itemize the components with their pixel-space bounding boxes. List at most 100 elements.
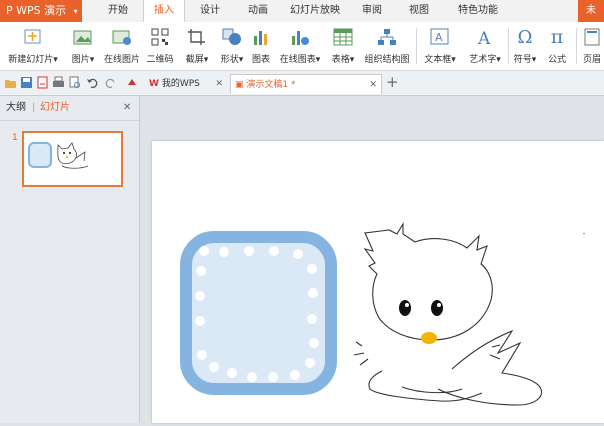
textbox-button[interactable]: A 文本框▾	[420, 24, 460, 65]
picture-label: 图片	[71, 55, 90, 65]
ribbon-divider	[508, 28, 509, 64]
doc-tab-mywps[interactable]: W 我的WPS ✕	[145, 74, 227, 94]
symbol-button[interactable]: Ω 符号▾	[510, 24, 540, 66]
document-tab-bar: W 我的WPS ✕ ▣ 演示文稿1 * ✕ +	[0, 71, 604, 96]
tab-outline[interactable]: 大纲	[6, 96, 26, 120]
tab-divider: |	[32, 102, 36, 113]
svg-text:A: A	[435, 31, 443, 44]
table-icon	[328, 24, 358, 50]
omega-icon: Ω	[517, 26, 533, 48]
textbox-icon: A	[420, 24, 460, 50]
formula-label: 公式	[547, 55, 566, 65]
online-chart-icon	[276, 24, 324, 50]
slide-thumbnail-image	[28, 142, 89, 169]
doc-tab-presentation[interactable]: ▣ 演示文稿1 * ✕	[230, 74, 382, 94]
screenshot-label: 截屏	[185, 55, 204, 65]
header-label: 页眉	[582, 55, 601, 65]
doc-tab-label: 我的WPS	[161, 79, 200, 89]
tab-slideshow[interactable]: 幻灯片放映	[285, 0, 345, 22]
tab-insert[interactable]: 插入	[143, 0, 185, 23]
online-picture-icon	[102, 24, 142, 50]
eye-highlight	[437, 303, 441, 307]
org-chart-button[interactable]: 组织结构图	[362, 24, 412, 65]
kitten-drawing[interactable]	[353, 222, 542, 406]
table-button[interactable]: 表格▾	[328, 24, 358, 65]
tab-design[interactable]: 设计	[192, 0, 228, 22]
undo-icon[interactable]	[86, 76, 99, 89]
wordart-icon: A	[464, 24, 506, 50]
table-label: 表格	[331, 55, 350, 65]
close-icon[interactable]: ✕	[215, 74, 223, 94]
app-menu-button[interactable]: P WPS 演示 ▾	[0, 0, 82, 22]
online-chart-button[interactable]: 在线图表▾	[276, 24, 324, 65]
picture-button[interactable]: 图片▾	[66, 24, 100, 65]
doc-tab-label: 演示文稿1 *	[246, 80, 296, 90]
chevron-down-icon: ▾	[73, 7, 78, 16]
rounded-frame-shape[interactable]	[180, 231, 337, 395]
tab-special[interactable]: 特色功能	[448, 0, 508, 22]
org-chart-icon	[362, 24, 412, 50]
customize-icon[interactable]	[126, 76, 139, 89]
qrcode-button[interactable]: 二维码	[144, 24, 176, 65]
tab-view[interactable]: 视图	[401, 0, 437, 22]
textbox-label: 文本框	[424, 55, 452, 65]
header-icon	[580, 24, 604, 50]
online-picture-button[interactable]: 在线图片	[102, 24, 142, 65]
tab-animation[interactable]: 动画	[240, 0, 276, 22]
chart-button[interactable]: 图表	[248, 24, 274, 65]
org-chart-label: 组织结构图	[364, 55, 410, 65]
app-name: WPS 演示	[16, 4, 67, 17]
corner-button[interactable]: 未	[578, 0, 604, 22]
chart-icon	[248, 24, 274, 50]
tab-slides[interactable]: 幻灯片	[40, 96, 70, 120]
formula-button[interactable]: π 公式	[542, 24, 572, 65]
kitten-eye-right	[431, 300, 443, 316]
close-icon[interactable]: ✕	[123, 96, 131, 120]
new-slide-icon	[4, 24, 62, 50]
wordart-label: 艺术字	[469, 55, 497, 65]
ribbon-divider	[576, 28, 577, 64]
qrcode-label: 二维码	[146, 55, 174, 65]
ribbon-toolbar: 新建幻灯片▾ 图片▾ 在线图片 二维码 截屏▾ 形状▾ 图表 在线图表▾ 表格▾…	[0, 22, 604, 71]
save-icon[interactable]	[20, 76, 33, 89]
print-preview-icon[interactable]	[68, 76, 81, 89]
redo-icon[interactable]	[104, 76, 117, 89]
online-picture-label: 在线图片	[103, 55, 140, 65]
shape-label: 形状	[220, 55, 239, 65]
svg-text:A: A	[477, 29, 491, 46]
close-icon[interactable]: ✕	[369, 75, 377, 95]
slide-thumbnail[interactable]	[22, 131, 123, 187]
wordart-button[interactable]: A 艺术字▾	[464, 24, 506, 65]
add-tab-icon[interactable]: +	[386, 73, 399, 91]
panel-header: 大纲 | 幻灯片 ✕	[0, 96, 139, 121]
ribbon-divider	[416, 28, 417, 64]
eye-highlight	[405, 303, 409, 307]
presentation-icon: ▣	[235, 80, 244, 90]
kitten-nose	[421, 332, 437, 344]
kitten-eye-left	[399, 300, 411, 316]
shape-icon	[216, 24, 248, 50]
wps-logo-icon: W	[149, 79, 159, 89]
header-button[interactable]: 页眉	[580, 24, 604, 65]
screenshot-button[interactable]: 截屏▾	[180, 24, 214, 65]
picture-icon	[66, 24, 100, 50]
new-slide-button[interactable]: 新建幻灯片▾	[4, 24, 62, 65]
shape-button[interactable]: 形状▾	[216, 24, 248, 65]
slide-canvas[interactable]	[152, 141, 604, 423]
online-chart-label: 在线图表	[279, 55, 316, 65]
chart-label: 图表	[251, 55, 270, 65]
slides-panel: 大纲 | 幻灯片 ✕ 1	[0, 96, 140, 423]
export-pdf-icon[interactable]	[36, 76, 49, 89]
app-logo-icon: P	[6, 4, 13, 17]
menu-bar: P WPS 演示 ▾ 开始 插入 设计 动画 幻灯片放映 审阅 视图 特色功能 …	[0, 0, 604, 23]
tab-review[interactable]: 审阅	[354, 0, 390, 22]
open-folder-icon[interactable]	[4, 76, 17, 89]
qrcode-icon	[144, 24, 176, 50]
pi-icon: π	[550, 26, 564, 48]
symbol-label: 符号	[513, 55, 532, 65]
tab-home[interactable]: 开始	[100, 0, 136, 22]
screenshot-icon	[180, 24, 214, 50]
print-icon[interactable]	[52, 76, 65, 89]
slide-content	[180, 222, 585, 406]
slide-number: 1	[12, 133, 18, 143]
